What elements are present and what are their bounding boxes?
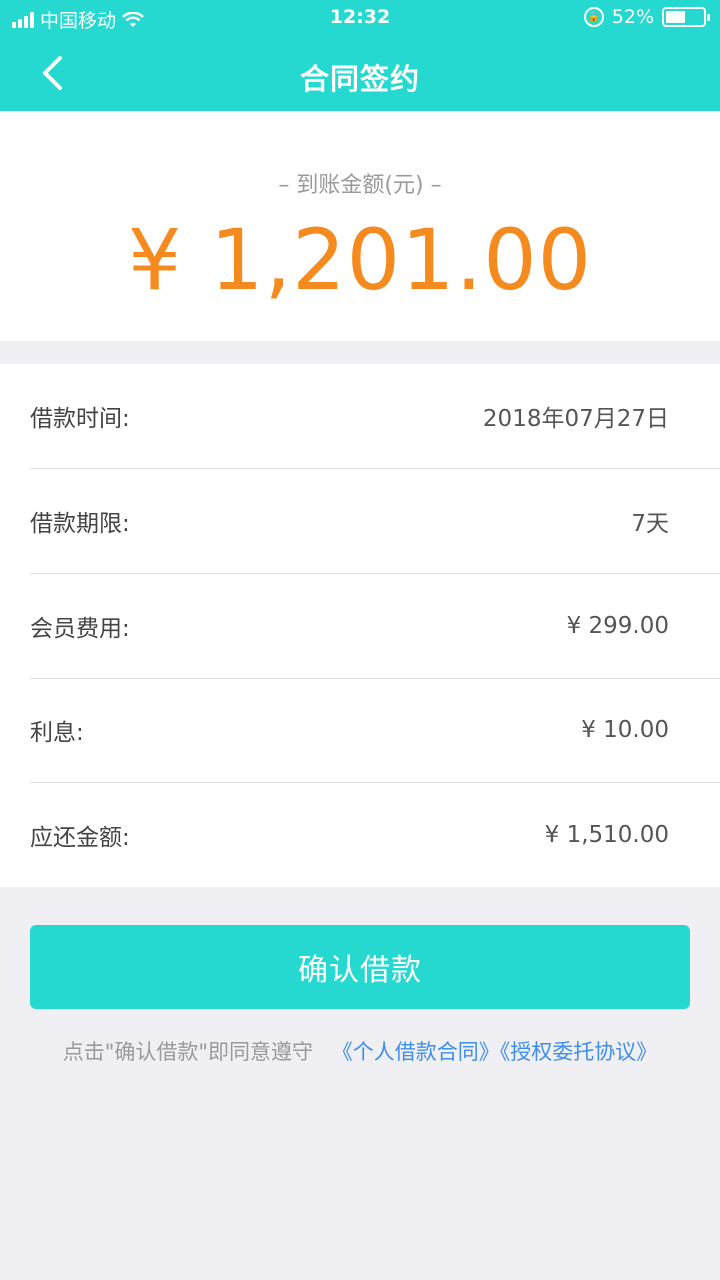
page-title: 合同签约 <box>299 62 420 96</box>
authorization-agreement-link[interactable]: 《授权委托协议》 <box>500 1040 658 1064</box>
personal-loan-contract-link[interactable]: 《个人借款合同》 <box>332 1040 500 1064</box>
detail-label: 借款期限: <box>30 511 130 537</box>
battery-percent: 52% <box>611 6 654 28</box>
detail-label: 应还金额: <box>30 824 130 851</box>
detail-label: 会员费用: <box>30 616 130 642</box>
detail-row-interest: 利息: ¥ 10.00 <box>30 678 720 783</box>
agreement-prefix: 点击"确认借款"即同意遵守 <box>62 1040 314 1064</box>
amount-card: – 到账金额(元) – ¥ 1,201.00 <box>0 111 720 341</box>
detail-row-loan-term: 借款期限: 7天 <box>30 469 720 574</box>
detail-value: ¥ 1,510.00 <box>544 821 669 848</box>
confirm-loan-button[interactable]: 确认借款 <box>30 925 690 1009</box>
battery-icon <box>662 7 710 27</box>
status-right: 🔒 52% <box>583 6 710 28</box>
detail-value: 2018年07月27日 <box>482 406 669 432</box>
detail-row-loan-time: 借款时间: 2018年07月27日 <box>30 364 720 469</box>
rotation-lock-icon: 🔒 <box>583 7 604 27</box>
detail-value: 7天 <box>631 511 669 537</box>
detail-value: ¥ 10.00 <box>581 717 669 743</box>
amount-label: – 到账金额(元) – <box>278 173 442 198</box>
agreement-text: 点击"确认借款"即同意遵守 《个人借款合同》《授权委托协议》 <box>0 1036 720 1066</box>
detail-label: 借款时间: <box>30 406 130 432</box>
detail-row-member-fee: 会员费用: ¥ 299.00 <box>30 574 720 679</box>
amount-value: ¥ 1,201.00 <box>127 211 593 309</box>
detail-row-repayment-amount: 应还金额: ¥ 1,510.00 <box>30 782 720 887</box>
nav-bar: 合同签约 <box>0 36 720 111</box>
detail-label: 利息: <box>30 720 84 746</box>
status-bar: 中国移动 12:32 🔒 52% <box>0 0 720 36</box>
battery-fill <box>666 11 685 23</box>
detail-value: ¥ 299.00 <box>566 613 669 639</box>
loan-details: 借款时间: 2018年07月27日 借款期限: 7天 会员费用: ¥ 299.0… <box>0 364 720 887</box>
